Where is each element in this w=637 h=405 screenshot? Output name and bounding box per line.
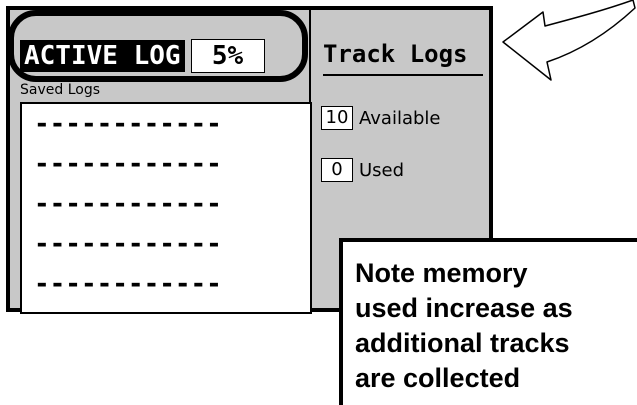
note-line: Note memory xyxy=(355,258,528,288)
available-row: 10 Available xyxy=(321,106,440,130)
active-log-label[interactable]: ACTIVE LOG xyxy=(20,40,185,72)
saved-logs-list: ------------ ------------ ------------ -… xyxy=(20,102,312,314)
note-line: used increase as xyxy=(355,293,573,323)
callout-arrow-icon xyxy=(502,0,636,81)
note-line: additional tracks xyxy=(355,328,570,358)
active-log-percent: 5% xyxy=(190,39,265,73)
title-divider xyxy=(323,74,483,76)
saved-log-item[interactable]: ------------ xyxy=(22,144,310,184)
track-logs-title: Track Logs xyxy=(323,40,468,68)
saved-log-item[interactable]: ------------ xyxy=(22,104,310,144)
used-value: 0 xyxy=(321,158,353,182)
note-callout: Note memory used increase as additional … xyxy=(339,238,637,405)
saved-logs-label: Saved Logs xyxy=(20,82,101,98)
used-label: Used xyxy=(359,159,405,181)
available-value: 10 xyxy=(321,106,353,130)
saved-log-item[interactable]: ------------ xyxy=(22,224,310,264)
available-label: Available xyxy=(359,107,441,129)
saved-log-item[interactable]: ------------ xyxy=(22,184,310,224)
used-row: 0 Used xyxy=(321,158,404,182)
note-line: are collected xyxy=(355,363,521,393)
saved-log-item[interactable]: ------------ xyxy=(22,264,310,304)
active-log-row[interactable]: ACTIVE LOG 5% xyxy=(20,38,265,74)
